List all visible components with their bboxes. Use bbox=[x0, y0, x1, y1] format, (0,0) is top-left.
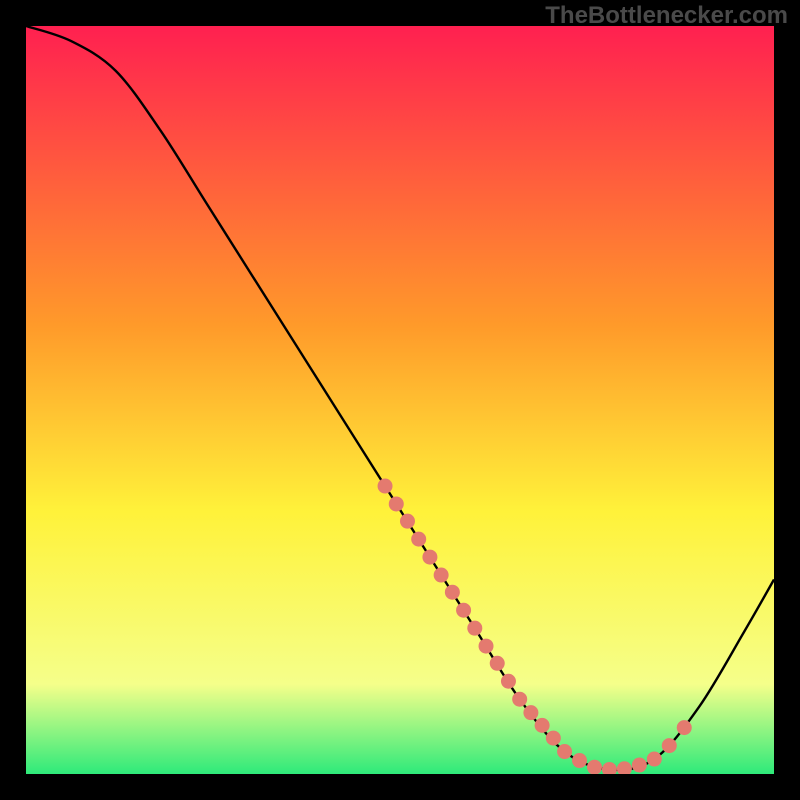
data-marker bbox=[434, 568, 449, 583]
data-marker bbox=[572, 753, 587, 768]
data-marker bbox=[411, 532, 426, 547]
watermark-text: TheBottlenecker.com bbox=[545, 2, 788, 30]
chart-container bbox=[26, 26, 774, 774]
data-marker bbox=[662, 738, 677, 753]
data-marker bbox=[546, 731, 561, 746]
data-marker bbox=[445, 585, 460, 600]
data-marker bbox=[647, 752, 662, 767]
data-marker bbox=[479, 639, 494, 654]
bottleneck-chart bbox=[26, 26, 774, 774]
data-marker bbox=[378, 479, 393, 494]
data-marker bbox=[389, 496, 404, 511]
data-marker bbox=[632, 758, 647, 773]
data-marker bbox=[456, 603, 471, 618]
data-marker bbox=[677, 720, 692, 735]
chart-background-gradient bbox=[26, 26, 774, 774]
data-marker bbox=[557, 744, 572, 759]
data-marker bbox=[535, 718, 550, 733]
data-marker bbox=[467, 621, 482, 636]
data-marker bbox=[422, 550, 437, 565]
data-marker bbox=[400, 514, 415, 529]
data-marker bbox=[512, 692, 527, 707]
data-marker bbox=[490, 656, 505, 671]
data-marker bbox=[523, 705, 538, 720]
data-marker bbox=[501, 674, 516, 689]
